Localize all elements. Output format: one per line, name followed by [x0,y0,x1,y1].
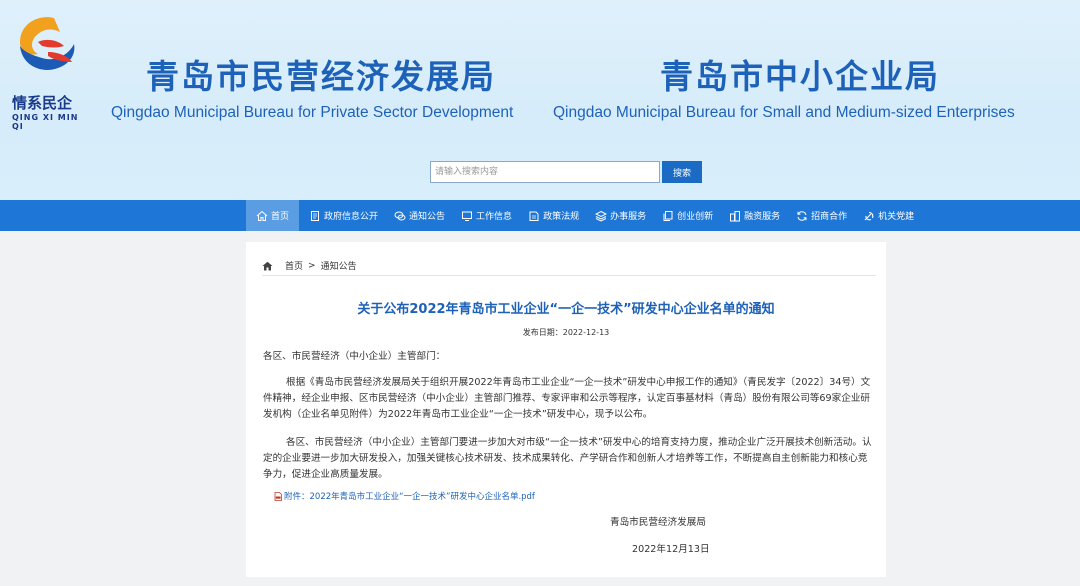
nav-item-label: 招商合作 [811,212,848,222]
publish-date-value: 2022-12-13 [562,328,610,337]
nav-item-work-info[interactable]: 工作信息 [451,200,518,231]
nav-item-label: 工作信息 [476,212,513,222]
logo-english-text: QING XI MIN QI [12,113,79,131]
book-icon [528,210,540,222]
layers-icon [595,210,608,222]
publish-date: 发布日期：2022-12-13 [246,327,886,338]
pdf-icon [274,491,282,501]
article-paragraph: 各区、市民营经济（中小企业）主管部门要进一步加大对市级“一企一技术”研发中心的培… [263,437,872,480]
nav-item-innovation[interactable]: 创业创新 [652,200,719,231]
nav-item-label: 融资服务 [744,212,781,222]
nav-item-financing[interactable]: 融资服务 [719,200,786,231]
breadcrumb: 首页 > 通知公告 [262,256,876,276]
nav-item-label: 机关党建 [878,212,915,222]
home-icon [256,210,268,222]
publish-date-label: 发布日期： [522,328,563,337]
copy-icon [662,210,674,222]
nav-item-services[interactable]: 办事服务 [585,200,652,231]
nav-item-policies[interactable]: 政策法规 [518,200,585,231]
site-header: 情系民企 QING XI MIN QI 青岛市民营经济发展局 Qingdao M… [0,0,1080,200]
breadcrumb-separator: > [308,260,316,271]
main-nav: 首页 政府信息公开 通知公告 工作信息 政策法规 办事服务 创业创新 融资服务 … [0,200,1080,231]
breadcrumb-current[interactable]: 通知公告 [321,259,357,272]
article-panel: 首页 > 通知公告 关于公布2022年青岛市工业企业“一企一技术”研发中心企业名… [246,242,886,577]
attachment-label: 附件：2022年青岛市工业企业“一企一技术”研发中心企业名单.pdf [284,492,535,502]
article-paragraph: 根据《青岛市民营经济发展局关于组织开展2022年青岛市工业企业“一企一技术”研发… [263,377,871,420]
nav-item-label: 办事服务 [610,212,647,222]
nav-item-label: 首页 [271,212,290,222]
bureau-title-private-cn: 青岛市民营经济发展局 [146,57,496,96]
home-icon[interactable] [262,261,273,271]
chat-icon [394,210,406,222]
search-button[interactable]: 搜索 [662,161,702,183]
signature-organization: 青岛市民营经济发展局 [610,517,706,528]
attachment-link[interactable]: 附件：2022年青岛市工业企业“一企一技术”研发中心企业名单.pdf [274,490,535,502]
article-title: 关于公布2022年青岛市工业企业“一企一技术”研发中心企业名单的通知 [357,302,775,317]
refresh-icon [796,210,808,222]
document-icon [309,210,321,222]
breadcrumb-home-link[interactable]: 首页 [285,259,303,272]
logo[interactable]: 情系民企 QING XI MIN QI [6,12,86,131]
bureau-title-sme-cn: 青岛市中小企业局 [660,57,940,96]
signature-date: 2022年12月13日 [632,544,710,555]
search-input[interactable] [430,161,660,183]
nav-item-label: 政策法规 [543,212,580,222]
party-icon [863,210,875,222]
nav-item-party[interactable]: 机关党建 [853,200,920,231]
nav-item-investment[interactable]: 招商合作 [786,200,853,231]
monitor-icon [461,210,473,222]
logo-emblem-icon [20,17,75,70]
bureau-title-private-en: Qingdao Municipal Bureau for Private Sec… [111,104,514,121]
nav-item-gov-info[interactable]: 政府信息公开 [299,200,384,231]
logo-chinese-text: 情系民企 [12,94,73,112]
article-salutation: 各区、市民营经济（中小企业）主管部门： [263,351,446,362]
nav-item-home[interactable]: 首页 [246,200,300,231]
buildings-icon [729,210,741,222]
bureau-title-sme-en: Qingdao Municipal Bureau for Small and M… [553,104,1015,121]
nav-item-label: 创业创新 [677,212,714,222]
nav-item-notices[interactable]: 通知公告 [384,200,451,231]
nav-item-label: 通知公告 [409,212,446,222]
nav-item-label: 政府信息公开 [324,212,379,222]
